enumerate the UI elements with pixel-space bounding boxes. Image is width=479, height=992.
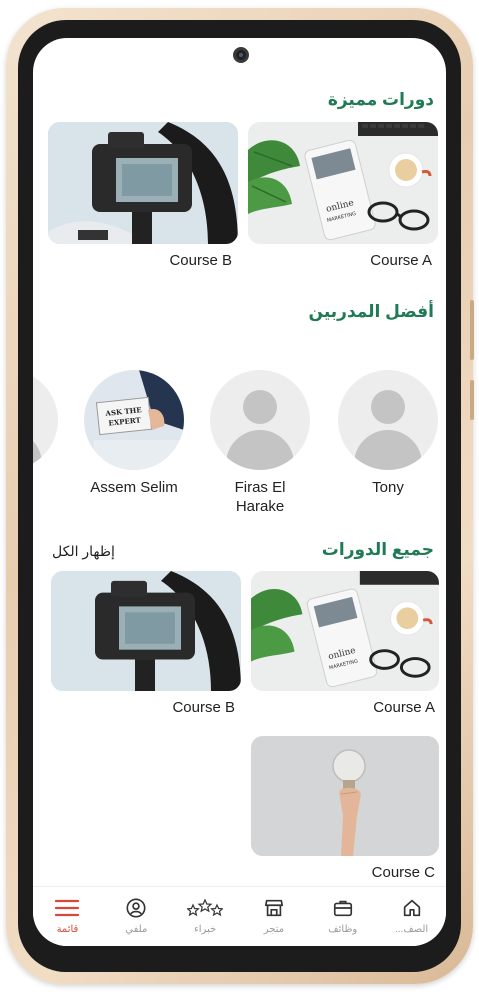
lightbulb-hand-image	[251, 736, 439, 856]
phone-side-button	[470, 300, 474, 360]
course-a-thumbnail: online MARKETING	[251, 571, 439, 691]
course-b-label: Course B	[172, 699, 235, 716]
trainer-avatar-photo: ASK THE EXPERT	[84, 370, 184, 470]
nav-item-experts[interactable]: خبراء	[171, 887, 240, 946]
trainer-avatar-placeholder	[210, 370, 310, 470]
profile-icon	[126, 898, 146, 918]
featured-courses-title: دورات مميزة	[327, 90, 434, 109]
nav-label: الصف...	[394, 924, 429, 935]
course-b-thumbnail	[48, 122, 238, 244]
ask-the-expert-image: ASK THE EXPERT	[84, 370, 184, 470]
nav-item-jobs[interactable]: وظائف	[308, 887, 377, 946]
trainer-name: Tony	[372, 479, 404, 496]
bottom-navigation: الصف... وظائف متجر خبراء ملفي قائمة	[33, 886, 446, 946]
nav-label: وظائف	[328, 924, 358, 935]
trainer-partial[interactable]	[33, 370, 58, 470]
trainer-avatar-placeholder	[338, 370, 438, 470]
trainer-assem-selim[interactable]: ASK THE EXPERT Assem Selim	[84, 370, 184, 497]
nav-label: متجر	[263, 924, 285, 935]
nav-label: خبراء	[194, 924, 217, 935]
nav-label: قائمة	[56, 924, 79, 935]
trainer-tony[interactable]: Tony	[338, 370, 438, 497]
phone-side-button-2	[470, 380, 474, 420]
nav-item-home[interactable]: الصف...	[377, 887, 446, 946]
marketing-desk-image: online MARKETING	[251, 571, 439, 691]
marketing-desk-image: online MARKETING	[248, 122, 438, 244]
menu-icon	[55, 899, 80, 917]
nav-item-profile[interactable]: ملفي	[102, 887, 171, 946]
course-a-thumbnail: online MARKETING	[248, 122, 438, 244]
front-camera	[233, 47, 249, 63]
app-screen: دورات مميزة online MARKETING Course A Co…	[33, 38, 446, 946]
all-course-c-card[interactable]: Course C	[251, 736, 439, 886]
camera-image	[51, 571, 241, 691]
course-a-label: Course A	[373, 699, 435, 716]
home-icon	[403, 899, 420, 917]
featured-course-b-card[interactable]: Course B	[48, 122, 238, 272]
all-course-b-card[interactable]: Course B	[51, 571, 241, 721]
all-course-a-card[interactable]: online MARKETING Course A	[251, 571, 439, 721]
trainer-avatar-placeholder	[33, 370, 58, 470]
course-b-label: Course B	[169, 252, 232, 269]
stars-icon	[187, 898, 224, 917]
nav-item-store[interactable]: متجر	[240, 887, 309, 946]
store-icon	[264, 899, 283, 917]
top-trainers-title: أفضل المدربين	[308, 302, 434, 321]
show-all-link[interactable]: إظهار الكل	[52, 543, 115, 560]
trainer-firas-el-harake[interactable]: Firas El Harake	[210, 370, 310, 516]
course-c-thumbnail	[251, 736, 439, 856]
course-c-label: Course C	[371, 864, 435, 881]
trainer-name: Assem Selim	[90, 479, 178, 496]
all-courses-title: جميع الدورات	[321, 540, 434, 559]
nav-label: ملفي	[125, 924, 148, 935]
nav-item-menu[interactable]: قائمة	[33, 887, 102, 946]
course-a-label: Course A	[370, 252, 432, 269]
camera-image	[48, 122, 238, 244]
featured-course-a-card[interactable]: online MARKETING Course A	[248, 122, 438, 272]
briefcase-icon	[333, 900, 352, 917]
course-b-thumbnail	[51, 571, 241, 691]
trainer-name: Firas El Harake	[234, 479, 286, 515]
